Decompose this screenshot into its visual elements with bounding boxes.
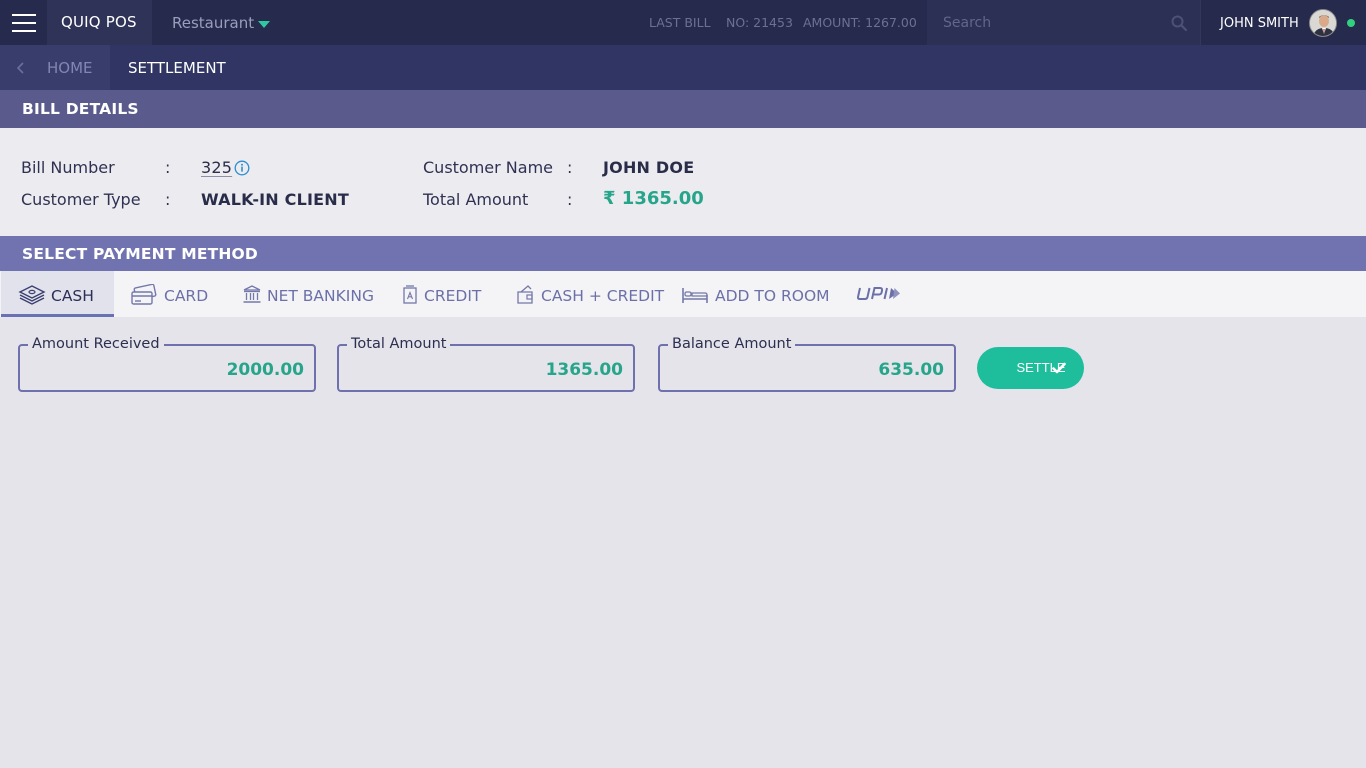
breadcrumb-home-label: HOME	[47, 59, 93, 77]
customer-type-label: Customer Type	[21, 190, 141, 209]
tab-cash-credit[interactable]: CASH + CREDIT	[516, 271, 664, 317]
tab-add-to-room[interactable]: ADD TO ROOM	[681, 271, 830, 317]
breadcrumb-home[interactable]: HOME	[0, 45, 110, 90]
settle-button[interactable]: SETTLE	[977, 347, 1084, 389]
separator: :	[165, 158, 171, 177]
search-box	[927, 0, 1200, 45]
search-icon[interactable]	[1170, 14, 1188, 32]
separator: :	[567, 190, 573, 209]
chevron-left-icon	[16, 62, 24, 74]
breadcrumb-current: SETTLEMENT	[128, 59, 226, 77]
upi-logo	[856, 287, 900, 300]
check-icon	[1052, 362, 1066, 374]
payment-tabs: CASH CARD NET BANKING CREDIT CASH + CRED…	[0, 271, 1366, 317]
customer-type-value: WALK-IN CLIENT	[201, 190, 349, 209]
tab-net-banking[interactable]: NET BANKING	[242, 271, 374, 317]
tab-card[interactable]: CARD	[130, 271, 220, 317]
outlet-selector[interactable]: Restaurant	[152, 0, 292, 45]
cash-credit-icon	[517, 285, 533, 304]
tab-add-to-room-label: ADD TO ROOM	[715, 287, 830, 305]
online-status-dot	[1347, 19, 1355, 27]
cash-icon	[18, 285, 46, 305]
credit-icon	[403, 285, 417, 304]
amount-received-label: Amount Received	[28, 336, 164, 352]
tab-net-banking-label: NET BANKING	[267, 287, 374, 305]
bill-number-link[interactable]: 325	[201, 158, 232, 177]
balance-amount-value: 635.00	[878, 360, 944, 380]
tab-credit[interactable]: CREDIT	[402, 271, 487, 317]
balance-amount-label: Balance Amount	[668, 336, 796, 352]
breadcrumb: HOME SETTLEMENT	[0, 45, 1366, 90]
bill-details-panel: Bill Number : 325 Customer Type : WALK-I…	[0, 128, 1366, 236]
bed-icon	[682, 288, 708, 303]
tab-cash-label: CASH	[51, 287, 94, 305]
separator: :	[165, 190, 171, 209]
customer-name-label: Customer Name	[423, 158, 554, 177]
amount-received-value[interactable]: 2000.00	[227, 360, 304, 380]
total-amount-field-label: Total Amount	[347, 336, 451, 352]
tab-card-label: CARD	[164, 287, 209, 305]
total-amount-label: Total Amount	[423, 190, 529, 209]
search-input[interactable]	[927, 0, 1167, 45]
menu-icon[interactable]	[0, 0, 47, 45]
last-bill-label: LAST BILL	[649, 15, 711, 30]
total-amount-field-value: 1365.00	[545, 360, 623, 380]
avatar[interactable]	[1309, 9, 1337, 37]
info-icon[interactable]	[234, 160, 250, 176]
user-name: JOHN SMITH	[1220, 16, 1299, 31]
last-bill-amount: AMOUNT: 1267.00	[803, 15, 917, 30]
app-name: QUIQ POS	[47, 0, 152, 45]
top-bar: QUIQ POS Restaurant LAST BILL NO: 21453 …	[0, 0, 1366, 45]
balance-amount-field: Balance Amount 635.00	[658, 336, 956, 392]
customer-name-value: JOHN DOE	[603, 158, 695, 177]
tab-cash[interactable]: CASH	[1, 271, 114, 317]
separator: :	[567, 158, 573, 177]
last-bill-number: NO: 21453	[726, 15, 793, 30]
outlet-label: Restaurant	[172, 14, 255, 32]
tab-upi[interactable]	[855, 271, 905, 317]
payment-method-header: SELECT PAYMENT METHOD	[0, 236, 1366, 271]
total-amount-value: ₹ 1365.00	[603, 188, 704, 209]
user-menu[interactable]: JOHN SMITH	[1200, 0, 1366, 45]
total-amount-field: Total Amount 1365.00	[337, 336, 635, 392]
amount-received-field[interactable]: Amount Received 2000.00	[18, 336, 316, 392]
card-icon	[131, 284, 157, 305]
tab-credit-label: CREDIT	[424, 287, 482, 305]
bank-icon	[243, 285, 261, 303]
bill-details-header: BILL DETAILS	[0, 90, 1366, 128]
tab-cash-credit-label: CASH + CREDIT	[541, 287, 665, 305]
caret-down-icon	[258, 21, 270, 28]
bill-number-label: Bill Number	[21, 158, 115, 177]
